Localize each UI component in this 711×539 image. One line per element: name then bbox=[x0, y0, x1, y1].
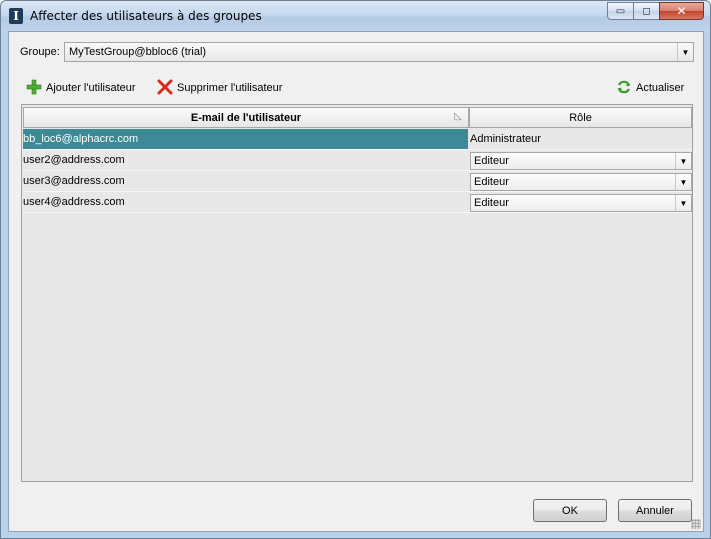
cancel-button[interactable]: Annuler bbox=[618, 499, 692, 522]
add-user-label: Ajouter l'utilisateur bbox=[46, 82, 136, 94]
minimize-button[interactable]: ▭ bbox=[607, 2, 634, 20]
email-cell[interactable]: bb_loc6@alphacrc.com bbox=[23, 129, 468, 149]
role-dropdown[interactable]: Editeur ▼ bbox=[470, 194, 692, 212]
email-cell[interactable]: user3@address.com bbox=[23, 171, 468, 191]
email-cell[interactable]: user4@address.com bbox=[23, 192, 468, 212]
group-dropdown[interactable]: MyTestGroup@bbloc6 (trial) ▼ bbox=[64, 42, 694, 62]
plus-icon bbox=[26, 79, 42, 95]
chevron-down-icon[interactable]: ▼ bbox=[675, 153, 691, 169]
refresh-button[interactable]: Actualiser bbox=[616, 79, 684, 95]
role-dropdown-value: Editeur bbox=[474, 176, 509, 188]
close-button[interactable]: ✕ bbox=[659, 2, 704, 20]
users-table: E-mail de l'utilisateur ◺ Rôle bb_loc6@a… bbox=[21, 104, 693, 482]
role-dropdown-value: Editeur bbox=[474, 155, 509, 167]
column-header-email[interactable]: E-mail de l'utilisateur ◺ bbox=[23, 107, 469, 128]
dialog-body: Groupe: MyTestGroup@bbloc6 (trial) ▼ Ajo… bbox=[8, 31, 704, 532]
column-header-role[interactable]: Rôle bbox=[469, 107, 692, 128]
ok-button-label: OK bbox=[562, 504, 578, 517]
window-controls: ▭ ◻ ✕ bbox=[607, 2, 704, 20]
window-title: Affecter des utilisateurs à des groupes bbox=[30, 9, 262, 23]
add-user-button[interactable]: Ajouter l'utilisateur bbox=[26, 79, 136, 95]
cross-icon bbox=[157, 79, 173, 95]
dialog-window: I Affecter des utilisateurs à des groupe… bbox=[0, 0, 711, 539]
table-row[interactable]: user2@address.com Editeur ▼ bbox=[23, 150, 692, 171]
column-header-role-label: Rôle bbox=[569, 111, 592, 124]
resize-grip[interactable] bbox=[691, 519, 701, 529]
role-dropdown[interactable]: Editeur ▼ bbox=[470, 152, 692, 170]
chevron-down-icon[interactable]: ▼ bbox=[675, 195, 691, 211]
remove-user-button[interactable]: Supprimer l'utilisateur bbox=[157, 79, 282, 95]
column-header-email-label: E-mail de l'utilisateur bbox=[190, 111, 302, 124]
minimize-icon: ▭ bbox=[615, 5, 626, 17]
maximize-button[interactable]: ◻ bbox=[633, 2, 660, 20]
group-dropdown-value: MyTestGroup@bbloc6 (trial) bbox=[69, 46, 207, 58]
chevron-down-icon[interactable]: ▼ bbox=[675, 174, 691, 190]
email-cell[interactable]: user2@address.com bbox=[23, 150, 468, 170]
role-dropdown-value: Editeur bbox=[474, 197, 509, 209]
role-dropdown[interactable]: Editeur ▼ bbox=[470, 173, 692, 191]
group-label: Groupe: bbox=[20, 46, 60, 58]
app-icon: I bbox=[9, 8, 23, 24]
sort-indicator-icon: ◺ bbox=[454, 111, 462, 122]
remove-user-label: Supprimer l'utilisateur bbox=[177, 82, 283, 94]
refresh-icon bbox=[617, 80, 631, 94]
role-cell: Administrateur bbox=[470, 133, 541, 145]
maximize-icon: ◻ bbox=[642, 5, 651, 17]
refresh-label: Actualiser bbox=[636, 82, 685, 94]
chevron-down-icon[interactable]: ▼ bbox=[677, 43, 693, 61]
cancel-button-label: Annuler bbox=[636, 504, 674, 517]
close-icon: ✕ bbox=[676, 4, 687, 18]
table-row[interactable]: user4@address.com Editeur ▼ bbox=[23, 192, 692, 213]
table-row[interactable]: user3@address.com Editeur ▼ bbox=[23, 171, 692, 192]
title-bar[interactable]: I Affecter des utilisateurs à des groupe… bbox=[1, 1, 710, 31]
ok-button[interactable]: OK bbox=[533, 499, 607, 522]
table-row[interactable]: bb_loc6@alphacrc.com Administrateur bbox=[23, 129, 692, 150]
